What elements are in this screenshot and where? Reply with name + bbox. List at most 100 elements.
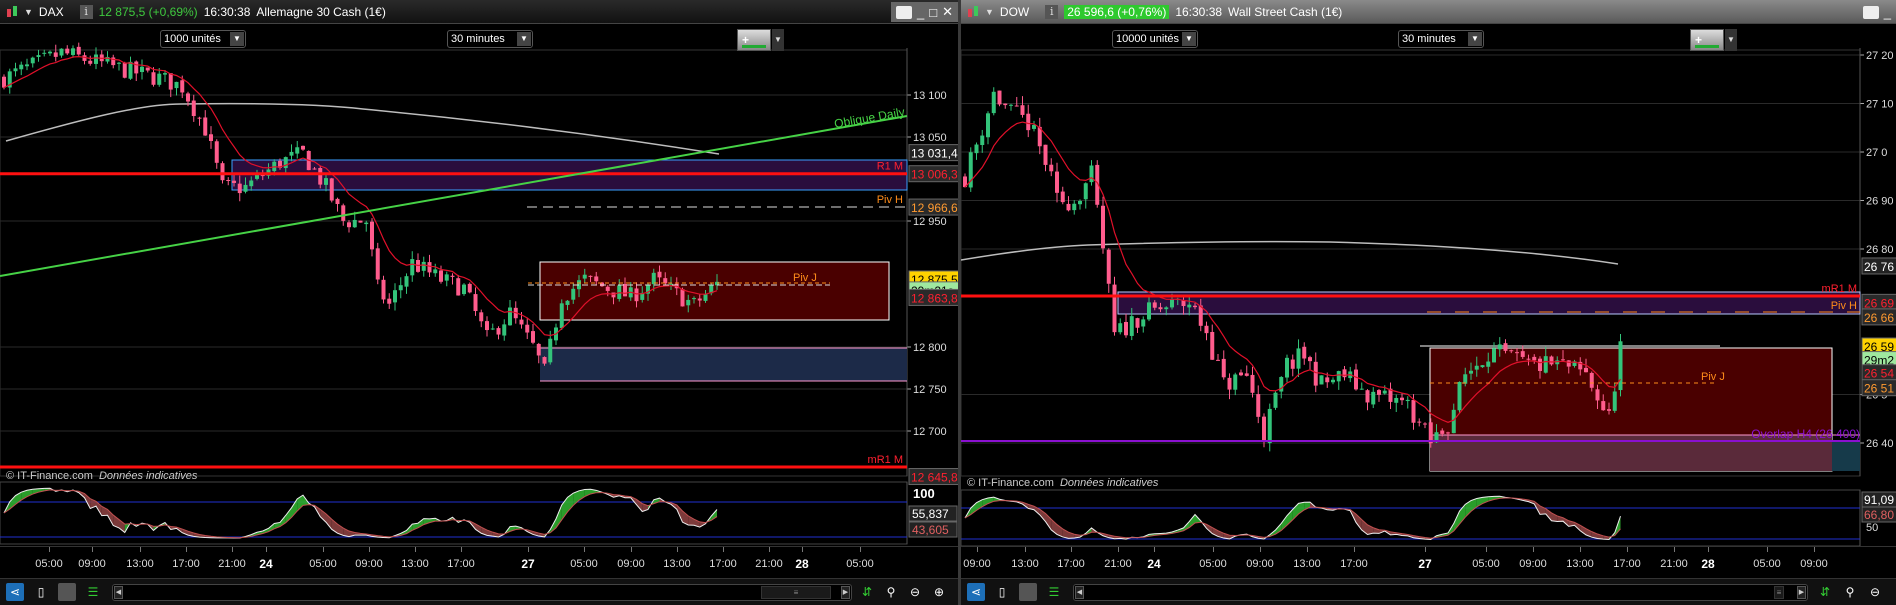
- candle-body[interactable]: [1549, 356, 1554, 365]
- volume-icon[interactable]: ☰: [1045, 583, 1063, 601]
- symbol-name[interactable]: DAX: [39, 5, 64, 19]
- zoom-fit-icon[interactable]: ⚲: [1841, 583, 1859, 601]
- candle-body[interactable]: [347, 222, 351, 228]
- candle-body[interactable]: [462, 284, 466, 295]
- candle-body[interactable]: [548, 338, 553, 363]
- candle-body[interactable]: [1394, 397, 1399, 403]
- candle-body[interactable]: [1083, 183, 1088, 200]
- candle-body[interactable]: [1141, 319, 1146, 327]
- share-icon[interactable]: ⋖: [967, 583, 985, 601]
- candle-body[interactable]: [634, 288, 639, 302]
- candle-body[interactable]: [117, 62, 121, 64]
- candle-body[interactable]: [1480, 365, 1485, 368]
- symbol-dropdown-icon[interactable]: ▼: [985, 7, 994, 17]
- candle-body[interactable]: [1469, 370, 1473, 374]
- candle-body[interactable]: [473, 294, 478, 312]
- candle-body[interactable]: [1227, 377, 1232, 390]
- candle-body[interactable]: [329, 178, 334, 201]
- candle-body[interactable]: [324, 178, 328, 185]
- keyboard-icon[interactable]: [1862, 5, 1879, 19]
- candle-body[interactable]: [128, 61, 133, 79]
- candle-body[interactable]: [1612, 391, 1617, 411]
- candle-body[interactable]: [71, 48, 75, 55]
- candle-body[interactable]: [1492, 348, 1496, 363]
- candle-body[interactable]: [1486, 361, 1491, 367]
- candle-body[interactable]: [991, 91, 996, 114]
- candle-body[interactable]: [157, 73, 162, 85]
- candle-body[interactable]: [531, 331, 535, 343]
- candle-body[interactable]: [1474, 365, 1479, 370]
- add-indicator-button[interactable]: +: [1690, 29, 1724, 51]
- candle-body[interactable]: [1193, 305, 1197, 308]
- candle-body[interactable]: [13, 68, 18, 72]
- dow-chart-canvas[interactable]: 27 2027 1027 026 9026 8026 526 40mR1 MPi…: [961, 0, 1896, 605]
- candle-body[interactable]: [692, 298, 696, 300]
- candle-body[interactable]: [1538, 358, 1542, 371]
- candle-body[interactable]: [1302, 346, 1307, 359]
- candle-body[interactable]: [571, 288, 576, 300]
- candle-body[interactable]: [1187, 304, 1192, 308]
- candle-body[interactable]: [1244, 373, 1249, 376]
- candle-body[interactable]: [163, 73, 167, 75]
- candle-body[interactable]: [283, 157, 288, 169]
- add-indicator-button[interactable]: +: [737, 29, 771, 51]
- scroll-thumb[interactable]: ≡: [1774, 586, 1784, 599]
- candle-body[interactable]: [680, 289, 685, 307]
- units-select[interactable]: 10000 unités ▼: [1112, 30, 1198, 48]
- candle-body[interactable]: [433, 269, 438, 274]
- candle-body[interactable]: [1273, 392, 1278, 408]
- candle-body[interactable]: [25, 64, 29, 67]
- candle-body[interactable]: [421, 261, 426, 271]
- candle-body[interactable]: [496, 328, 501, 335]
- candle-body[interactable]: [997, 90, 1002, 105]
- candle-body[interactable]: [197, 117, 202, 119]
- candle-body[interactable]: [1158, 307, 1163, 310]
- candle-body[interactable]: [427, 262, 432, 273]
- candle-body[interactable]: [1365, 390, 1370, 403]
- candle-body[interactable]: [243, 184, 248, 192]
- indicator-menu-button[interactable]: ▼: [1725, 29, 1737, 51]
- units-select[interactable]: 1000 unités ▼: [160, 30, 246, 48]
- candle-body[interactable]: [605, 286, 610, 291]
- candle-body[interactable]: [1043, 144, 1048, 165]
- candle-body[interactable]: [525, 324, 530, 333]
- candle-body[interactable]: [1204, 325, 1209, 334]
- candle-body[interactable]: [1308, 357, 1312, 362]
- candle-body[interactable]: [542, 357, 547, 364]
- candle-body[interactable]: [168, 73, 173, 90]
- candle-body[interactable]: [209, 134, 213, 141]
- candle-body[interactable]: [1325, 377, 1330, 383]
- candle-body[interactable]: [370, 221, 374, 250]
- candle-body[interactable]: [1221, 358, 1226, 378]
- candle-body[interactable]: [1423, 423, 1427, 425]
- candle-body[interactable]: [1124, 322, 1128, 336]
- candle-body[interactable]: [30, 57, 35, 64]
- candle-body[interactable]: [1532, 356, 1537, 361]
- candle-body[interactable]: [1457, 381, 1462, 411]
- candle-body[interactable]: [1411, 400, 1416, 423]
- candle-body[interactable]: [232, 180, 236, 183]
- candle-body[interactable]: [1112, 284, 1117, 333]
- candle-body[interactable]: [623, 284, 627, 297]
- symbol-name[interactable]: DOW: [1000, 5, 1029, 19]
- candle-body[interactable]: [226, 180, 231, 182]
- chart-type-icon[interactable]: ▯: [993, 583, 1011, 601]
- candle-body[interactable]: [703, 294, 708, 301]
- candle-body[interactable]: [519, 319, 524, 325]
- candle-body[interactable]: [1210, 331, 1215, 360]
- candle-body[interactable]: [358, 220, 363, 223]
- candle-body[interactable]: [1055, 171, 1059, 193]
- candle-body[interactable]: [2, 76, 6, 88]
- minimize-button[interactable]: _: [1884, 5, 1891, 20]
- auto-scale-icon[interactable]: ⇵: [1816, 583, 1834, 601]
- candle-body[interactable]: [1359, 388, 1364, 390]
- candle-body[interactable]: [1066, 203, 1071, 211]
- scroll-left-button[interactable]: ◀: [1075, 586, 1084, 599]
- candle-body[interactable]: [1020, 105, 1025, 115]
- candle-body[interactable]: [1400, 397, 1404, 401]
- candle-body[interactable]: [1026, 113, 1031, 131]
- candle-body[interactable]: [1607, 409, 1611, 411]
- scroll-thumb[interactable]: ≡: [761, 586, 831, 599]
- candle-body[interactable]: [289, 151, 294, 156]
- candle-body[interactable]: [479, 312, 484, 322]
